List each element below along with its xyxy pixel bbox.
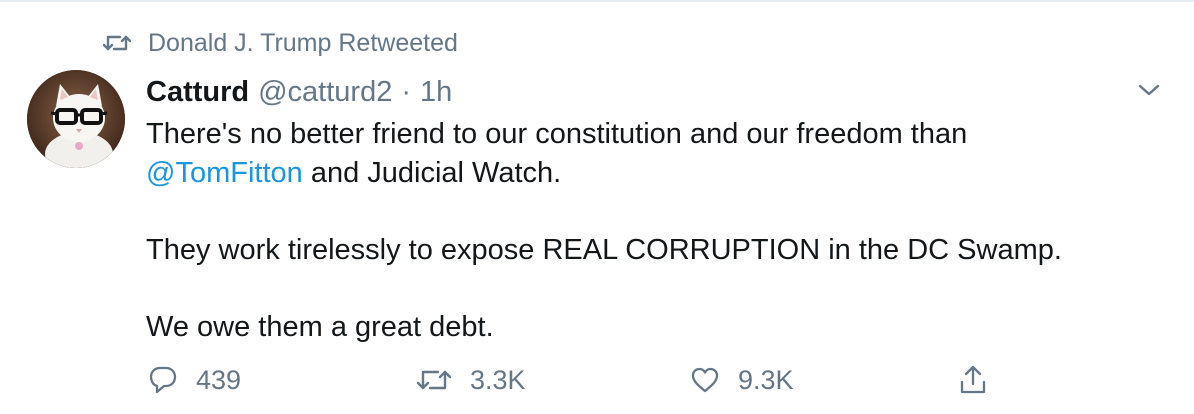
tweet-header: Catturd @catturd2 · 1h [146,72,452,112]
retweet-icon [103,32,131,54]
mention-link[interactable]: @TomFitton [146,157,303,189]
avatar-image [27,70,125,168]
timestamp[interactable]: 1h [420,76,452,109]
retweet-context[interactable]: Donald J. Trump Retweeted [103,26,458,60]
reply-icon [148,365,178,395]
tweet-text: There's no better friend to our constitu… [146,115,1156,346]
top-divider [0,0,1194,2]
share-button[interactable] [958,360,988,400]
chevron-down-icon[interactable] [1136,80,1162,100]
retweet-count: 3.3K [470,364,526,395]
reply-button[interactable]: 439 [148,360,241,400]
tweet-text-line-4: We owe them a great debt. [146,310,494,343]
separator-dot: · [401,75,412,108]
tweet-text-line-1: There's no better friend to our constitu… [146,118,968,150]
like-button[interactable]: 9.3K [690,360,794,400]
retweet-button[interactable]: 3.3K [416,360,526,400]
retweet-context-text: Donald J. Trump Retweeted [148,28,458,57]
like-count: 9.3K [738,364,794,395]
author-name[interactable]: Catturd [146,76,249,109]
tweet-text-line-2: @TomFitton and Judicial Watch. [146,154,1156,193]
tweet-text-line-3: They work tirelessly to expose REAL CORR… [146,233,1062,266]
author-handle[interactable]: @catturd2 [258,76,392,109]
heart-icon [690,366,720,394]
retweet-icon [416,366,452,394]
share-icon [958,364,988,396]
reply-count: 439 [196,364,242,395]
tweet-text-line-2-rest: and Judicial Watch. [302,156,562,189]
tweet-actions: 439 3.3K 9.3K [146,360,1046,400]
avatar[interactable] [27,70,125,168]
